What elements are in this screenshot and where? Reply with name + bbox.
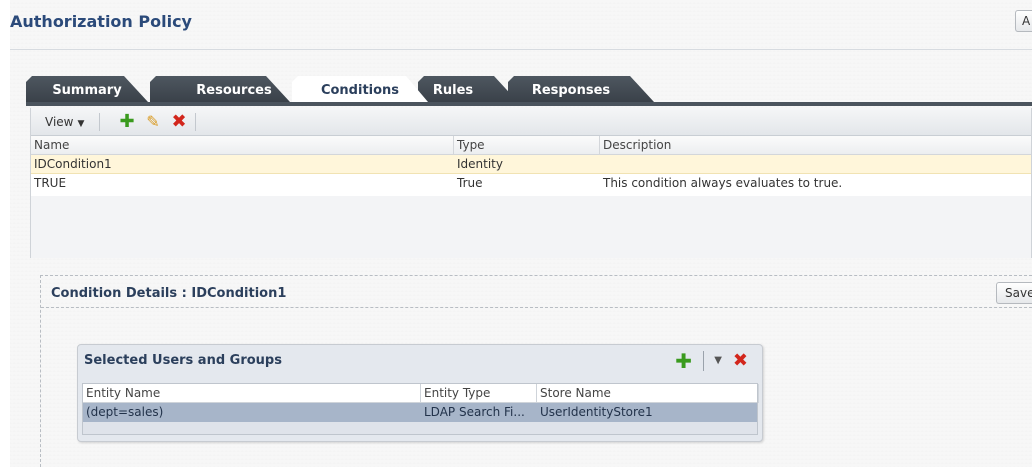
tab-label: Summary [52,83,122,98]
tab-label: Conditions [320,83,400,98]
column-header-store-name[interactable]: Store Name [537,384,759,403]
delete-icon[interactable]: ✖ [733,350,748,371]
table-row[interactable]: (dept=sales) LDAP Search Fi... UserIdent… [83,403,757,422]
column-header-name[interactable]: Name [31,136,454,155]
tab-bar: Summary Resources Conditions Rules Respo… [26,76,1032,106]
condition-details-panel: Condition Details : IDCondition1 Save Se… [40,275,1032,467]
chevron-down-icon: ▼ [77,119,85,129]
conditions-toolbar: View ▼ ✚ ✎ ✖ [31,108,1031,136]
tab-responses[interactable]: Responses [508,76,654,102]
page-title: Authorization Policy [10,12,192,31]
delete-icon[interactable]: ✖ [169,112,189,132]
cell-name: TRUE [34,176,67,190]
conditions-panel: View ▼ ✚ ✎ ✖ Name Type Description IDCond… [30,108,1032,258]
condition-details-header: Condition Details : IDCondition1 Save [41,276,1032,308]
cell-type: True [457,176,483,190]
toolbar-divider [195,113,196,131]
cell-entity-type: LDAP Search Fi... [424,405,525,419]
tab-label: Responses [531,83,611,98]
cell-type: Identity [457,157,503,171]
tab-rules[interactable]: Rules [418,76,518,102]
chevron-down-icon[interactable]: ▼ [714,355,722,366]
table-empty-area [31,196,1031,258]
tab-summary[interactable]: Summary [26,76,148,102]
cell-store-name: UserIdentityStore1 [540,405,653,419]
table-header: Entity Name Entity Type Store Name [83,384,759,403]
column-header-type[interactable]: Type [454,136,600,155]
edit-icon[interactable]: ✎ [143,112,163,132]
table-row[interactable]: TRUE True This condition always evaluate… [31,174,1031,193]
cell-entity-name: (dept=sales) [86,405,164,419]
page: Authorization Policy A Summary Resources… [10,0,1032,467]
add-icon[interactable]: ✚ [117,112,137,132]
title-divider [10,49,1032,50]
condition-details-title: Condition Details : IDCondition1 [51,286,287,301]
tab-label: Rules [432,83,474,98]
tab-conditions[interactable]: Conditions [292,76,428,102]
column-header-entity-type[interactable]: Entity Type [421,384,537,403]
column-header-entity-name[interactable]: Entity Name [83,384,421,403]
add-icon[interactable]: ✚ [675,349,692,373]
cell-name: IDCondition1 [34,157,112,171]
cell-description [600,155,1032,174]
tab-label: Resources [196,83,272,98]
selected-users-groups-title: Selected Users and Groups [84,353,282,368]
cell-description: This condition always evaluates to true. [603,176,843,190]
toolbar-divider [703,351,704,371]
tab-strip [26,102,1032,106]
save-button[interactable]: Save [996,282,1032,304]
table-header: Name Type Description [31,136,1031,155]
column-header-description[interactable]: Description [600,136,1032,155]
view-menu-label: View [45,115,74,129]
users-table: Entity Name Entity Type Store Name (dept… [82,383,759,435]
top-right-button[interactable]: A [1015,10,1032,32]
selected-users-groups-box: Selected Users and Groups ✚ ▼ ✖ Entity N… [77,344,763,442]
tab-resources[interactable]: Resources [150,76,290,102]
table-row[interactable]: IDCondition1 Identity [31,155,1031,174]
view-menu[interactable]: View ▼ [45,115,84,129]
toolbar-divider [99,113,100,131]
conditions-table: Name Type Description IDCondition1 Ident… [31,136,1031,193]
